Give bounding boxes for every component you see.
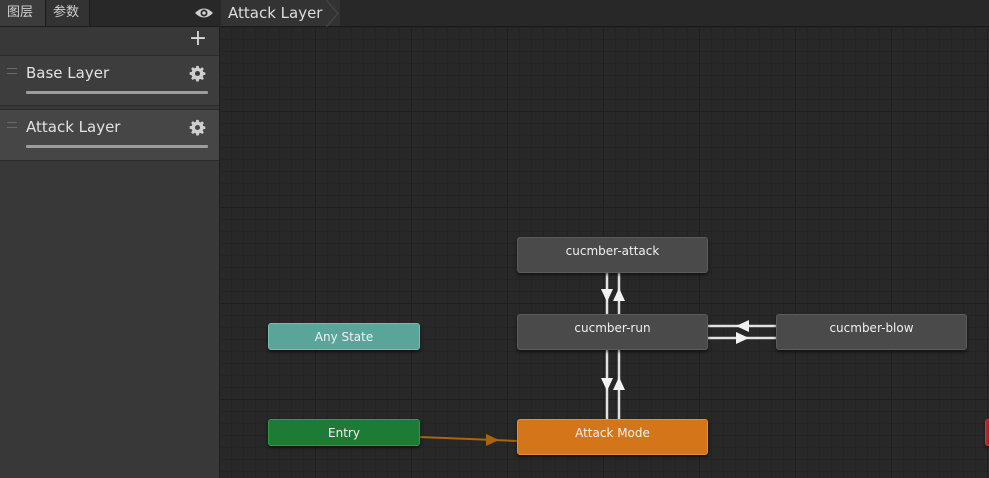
layer-name: Attack Layer xyxy=(26,118,121,136)
layer-name: Base Layer xyxy=(26,64,110,82)
state-node-blow[interactable]: cucmber-blow xyxy=(776,314,967,350)
gear-icon[interactable] xyxy=(189,119,206,136)
state-label: cucmber-run xyxy=(574,321,651,335)
state-label: Attack Mode xyxy=(575,426,650,440)
state-node-default[interactable]: Attack Mode xyxy=(517,419,708,455)
exit-node-partial[interactable] xyxy=(985,419,989,446)
tab-parameters[interactable]: 参数 xyxy=(46,0,90,26)
layer-weight-bar xyxy=(26,145,208,148)
state-node-attack[interactable]: cucmber-attack xyxy=(517,237,708,273)
drag-handle-icon[interactable] xyxy=(7,122,17,128)
breadcrumb: Attack Layer xyxy=(221,0,989,27)
breadcrumb-separator-icon xyxy=(326,0,339,27)
layer-weight-bar xyxy=(26,91,208,94)
any-state-node[interactable]: Any State xyxy=(268,323,420,350)
eye-icon[interactable] xyxy=(194,5,214,21)
state-label: cucmber-blow xyxy=(829,321,914,335)
add-layer-button[interactable]: + xyxy=(187,28,209,51)
layer-item-base[interactable]: Base Layer xyxy=(0,55,219,106)
gear-icon[interactable] xyxy=(189,65,206,82)
entry-node[interactable]: Entry xyxy=(268,419,420,446)
breadcrumb-item-attack-layer[interactable]: Attack Layer xyxy=(221,0,341,26)
layer-item-attack[interactable]: Attack Layer xyxy=(0,109,219,161)
panel-tabbar: 图层 参数 xyxy=(0,0,220,27)
state-label: Any State xyxy=(314,330,374,344)
layers-panel: 图层 参数 + Base Layer Attack Layer xyxy=(0,0,220,478)
tab-layers[interactable]: 图层 xyxy=(0,0,46,26)
state-label: Entry xyxy=(328,426,360,440)
state-node-run[interactable]: cucmber-run xyxy=(517,314,708,350)
state-label: cucmber-attack xyxy=(565,244,660,258)
drag-handle-icon[interactable] xyxy=(7,68,17,74)
